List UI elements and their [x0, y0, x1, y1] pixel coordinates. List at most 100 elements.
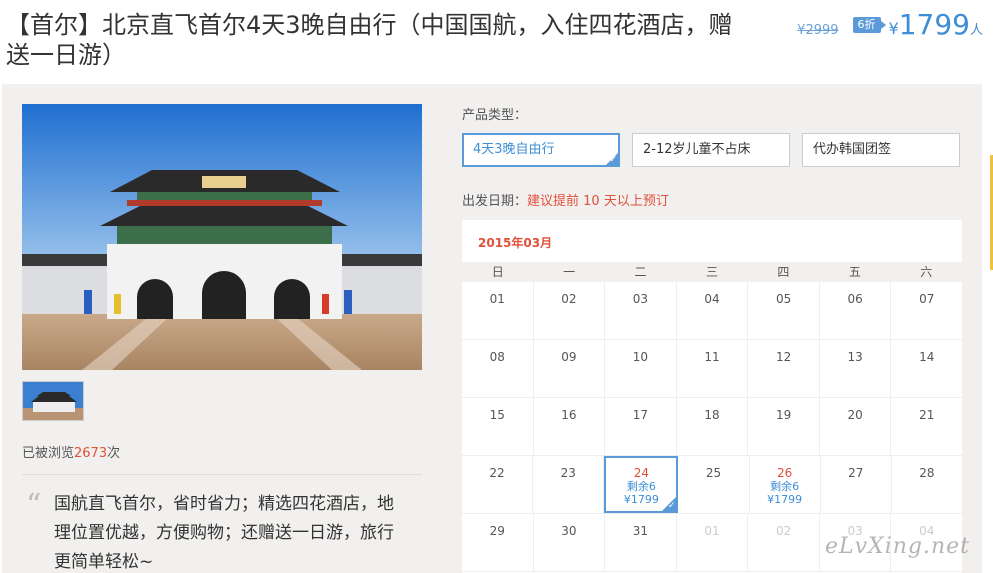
calendar-day: 04 [677, 282, 749, 339]
views-prefix: 已被浏览 [22, 446, 75, 461]
day-number: 05 [775, 292, 792, 306]
product-type-option-label: 代办韩国团签 [813, 142, 892, 157]
product-type-option-2[interactable]: 2-12岁儿童不占床 [632, 133, 790, 167]
day-number: 06 [847, 292, 863, 306]
calendar-week-row: 08 09 10 11 12 13 14 [462, 340, 962, 398]
day-number: 08 [489, 350, 505, 364]
calendar-day: 05 [748, 282, 820, 339]
product-type-option-1[interactable]: 4天3晚自由行 ✓ [462, 133, 620, 167]
day-number: 15 [489, 408, 505, 422]
day-number: 07 [919, 292, 935, 306]
calendar-day: 07 [891, 282, 962, 339]
weekday-label: 四 [777, 265, 790, 279]
calendar-day-available[interactable]: 24 剩余6 ¥1799 ✓ [604, 456, 679, 513]
quote-icon: “ [26, 488, 42, 523]
day-number: 19 [775, 408, 792, 422]
calendar-day-available[interactable]: 26 剩余6 ¥1799 [750, 456, 821, 513]
calendar-day: 29 [462, 514, 534, 571]
calendar-day: 02 [534, 282, 606, 339]
calendar-day: 12 [748, 340, 820, 397]
remaining-seats: 剩余6 [770, 480, 800, 493]
day-number: 16 [561, 408, 577, 422]
day-number: 28 [919, 466, 935, 480]
weekday-label: 二 [634, 265, 647, 279]
discount-badge: 6折 [852, 17, 886, 33]
product-panel: 已被浏览2673次 “ 国航直飞首尔，省时省力；精选四花酒店，地理位置优越，方便… [2, 84, 982, 573]
calendar-day: 10 [605, 340, 677, 397]
check-icon: ✓ [667, 501, 676, 511]
day-number: 24 [633, 466, 649, 480]
calendar-day: 03 [605, 282, 677, 339]
calendar-day: 25 [678, 456, 750, 513]
weekday-label: 日 [491, 265, 504, 279]
views-number: 2673 [74, 446, 108, 461]
view-count: 已被浏览2673次 [22, 442, 120, 461]
day-number: 01 [704, 524, 720, 538]
views-suffix: 次 [107, 446, 121, 461]
check-icon: ✓ [609, 155, 617, 165]
day-number: 10 [632, 350, 649, 364]
calendar-day: 02 [748, 514, 820, 571]
day-number: 26 [776, 466, 793, 480]
calendar-day: 19 [748, 398, 820, 455]
product-type-option-label: 4天3晚自由行 [473, 142, 555, 157]
calendar-day: 20 [820, 398, 892, 455]
current-price: 1799 [898, 8, 970, 41]
calendar-day: 23 [533, 456, 605, 513]
calendar-day: 15 [462, 398, 534, 455]
calendar-day: 31 [605, 514, 677, 571]
product-title: 【首尔】北京直飞首尔4天3晚自由行（中国国航，入住四花酒店，赠送一日游） [6, 11, 733, 69]
day-number: 31 [632, 524, 649, 538]
calendar-day: 16 [534, 398, 606, 455]
calendar-week-row: 22 23 24 剩余6 ¥1799 ✓ 25 26 剩余6 ¥1799 27 28 [462, 456, 962, 514]
calendar-day: 14 [891, 340, 962, 397]
calendar-day: 17 [605, 398, 677, 455]
calendar-day: 06 [820, 282, 892, 339]
day-number: 02 [561, 292, 577, 306]
photo-thumbnail[interactable] [22, 381, 84, 421]
weekday-label: 六 [920, 265, 933, 279]
main-photo [22, 104, 422, 370]
calendar-day: 21 [891, 398, 962, 455]
day-number: 11 [704, 350, 720, 364]
product-type-option-3[interactable]: 代办韩国团签 [802, 133, 960, 167]
day-number: 20 [847, 408, 863, 422]
calendar-day: 08 [462, 340, 534, 397]
calendar-grid: 01 02 03 04 05 06 07 08 09 10 11 12 13 14 15 16 17 18 19 20… [462, 282, 962, 572]
booking-notice: 建议提前 10 天以上预订 [527, 194, 669, 209]
departure-calendar: 2015年03月 日 一 二 三 四 五 六 01 02 03 04 05 06 07 08 09 10 11 1… [462, 220, 962, 573]
calendar-day: 27 [821, 456, 892, 513]
day-number: 29 [489, 524, 505, 538]
product-type-label: 产品类型： [462, 108, 528, 123]
calendar-day: 11 [677, 340, 749, 397]
calendar-day: 09 [534, 340, 606, 397]
day-number: 25 [705, 466, 722, 480]
calendar-day: 18 [677, 398, 749, 455]
calendar-weekday-header: 日一二三四五六 [462, 262, 962, 282]
day-number: 14 [919, 350, 935, 364]
day-number: 01 [489, 292, 505, 306]
day-price: ¥1799 [767, 493, 803, 506]
watermark: eLvXing.net [824, 534, 970, 559]
calendar-day: 30 [534, 514, 606, 571]
calendar-month: 2015年03月 [478, 236, 553, 250]
product-description: 国航直飞首尔，省时省力；精选四花酒店，地理位置优越，方便购物；还赠送一日游，旅行… [54, 494, 394, 572]
calendar-week-row: 15 16 17 18 19 20 21 [462, 398, 962, 456]
day-number: 17 [632, 408, 649, 422]
day-number: 22 [489, 466, 505, 480]
calendar-day: 13 [820, 340, 892, 397]
calendar-day: 22 [462, 456, 534, 513]
price-box: ¥2999 6折 ¥ 1799 人 [797, 10, 983, 40]
calendar-day: 01 [462, 282, 534, 339]
day-number: 02 [775, 524, 792, 538]
day-number: 18 [704, 408, 720, 422]
departure-date-label: 出发日期：建议提前 10 天以上预订 [462, 190, 669, 209]
departure-date-title: 出发日期： [462, 194, 528, 209]
day-number: 21 [919, 408, 935, 422]
day-number: 23 [560, 466, 576, 480]
calendar-week-row: 01 02 03 04 05 06 07 [462, 282, 962, 340]
day-number: 13 [847, 350, 863, 364]
day-number: 03 [632, 292, 649, 306]
weekday-label: 一 [563, 265, 576, 279]
weekday-label: 三 [705, 265, 718, 279]
